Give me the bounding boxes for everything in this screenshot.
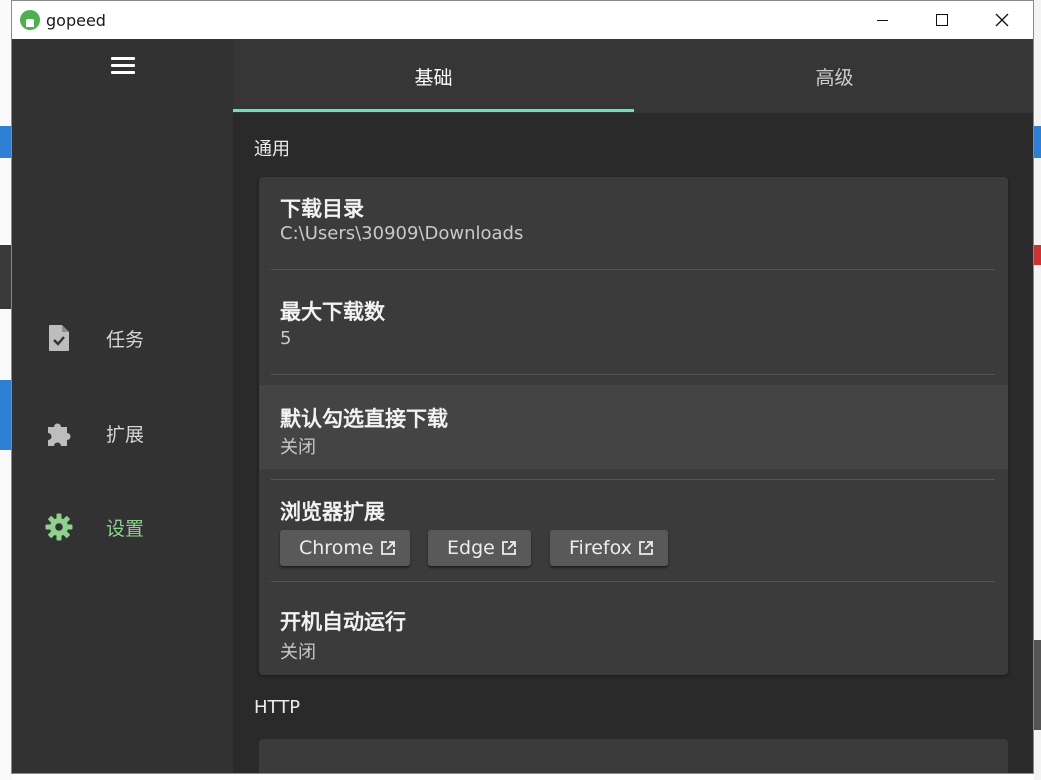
open-in-new-icon — [501, 541, 516, 555]
close-button[interactable] — [972, 1, 1032, 39]
open-in-new-icon — [380, 541, 395, 555]
sidebar-item-settings[interactable]: 设置 — [12, 499, 233, 555]
sidebar-item-label: 设置 — [106, 517, 145, 540]
desktop-background-right — [1034, 0, 1041, 780]
setting-value: 关闭 — [280, 642, 316, 663]
task-file-icon — [49, 325, 69, 351]
minimize-icon — [876, 19, 888, 21]
app-window: gopeed 任务 扩展 设置 基础 高级 通用 下载目录 C:\Users\3… — [11, 0, 1034, 774]
setting-browser-extension: 浏览器扩展 Chrome Edge Firefox — [259, 480, 1008, 580]
sidebar-item-label: 任务 — [106, 328, 145, 351]
sidebar-item-extensions[interactable]: 扩展 — [12, 405, 233, 461]
close-icon — [995, 13, 1009, 27]
divider — [271, 374, 995, 375]
edge-extension-button[interactable]: Edge — [428, 530, 531, 566]
puzzle-icon — [48, 423, 71, 446]
http-settings-card — [259, 739, 1008, 773]
maximize-icon — [936, 14, 948, 26]
setting-title: 下载目录 — [280, 197, 364, 221]
open-in-new-icon — [638, 541, 653, 555]
sidebar-item-tasks[interactable]: 任务 — [12, 310, 233, 366]
setting-download-dir[interactable]: 下载目录 C:\Users\30909\Downloads — [259, 177, 1008, 269]
chrome-extension-button[interactable]: Chrome — [280, 530, 410, 566]
settings-content[interactable]: 通用 下载目录 C:\Users\30909\Downloads 最大下载数 5… — [233, 113, 1033, 773]
app-logo-icon — [20, 10, 40, 30]
setting-max-downloads[interactable]: 最大下载数 5 — [259, 270, 1008, 374]
button-label: Edge — [447, 537, 495, 559]
general-settings-card: 下载目录 C:\Users\30909\Downloads 最大下载数 5 默认… — [259, 177, 1008, 675]
section-title-http: HTTP — [254, 697, 301, 718]
setting-title: 最大下载数 — [280, 300, 385, 324]
firefox-extension-button[interactable]: Firefox — [550, 530, 668, 566]
gear-icon — [45, 513, 73, 541]
app-title: gopeed — [46, 11, 106, 30]
tab-bar: 基础 高级 — [233, 39, 1033, 113]
title-bar[interactable]: gopeed — [12, 1, 1033, 39]
hamburger-menu-icon[interactable] — [111, 57, 135, 75]
setting-autostart[interactable]: 开机自动运行 关闭 — [259, 582, 1008, 675]
button-label: Chrome — [299, 537, 374, 559]
active-tab-indicator — [233, 109, 634, 112]
setting-value: C:\Users\30909\Downloads — [280, 223, 524, 244]
setting-default-direct-download[interactable]: 默认勾选直接下载 关闭 — [259, 385, 1008, 469]
tab-advanced[interactable]: 高级 — [634, 39, 1033, 113]
button-label: Firefox — [569, 537, 632, 559]
sidebar-item-label: 扩展 — [106, 423, 145, 446]
setting-title: 开机自动运行 — [280, 610, 406, 634]
maximize-button[interactable] — [912, 1, 972, 39]
setting-title: 浏览器扩展 — [280, 500, 385, 524]
setting-title: 默认勾选直接下载 — [280, 407, 448, 431]
minimize-button[interactable] — [852, 1, 912, 39]
section-title-general: 通用 — [254, 139, 290, 160]
main-panel: 基础 高级 通用 下载目录 C:\Users\30909\Downloads 最… — [233, 39, 1033, 773]
setting-value: 5 — [280, 328, 292, 349]
sidebar: 任务 扩展 设置 — [12, 39, 233, 773]
tab-basic[interactable]: 基础 — [233, 39, 634, 113]
setting-value: 关闭 — [280, 437, 316, 458]
